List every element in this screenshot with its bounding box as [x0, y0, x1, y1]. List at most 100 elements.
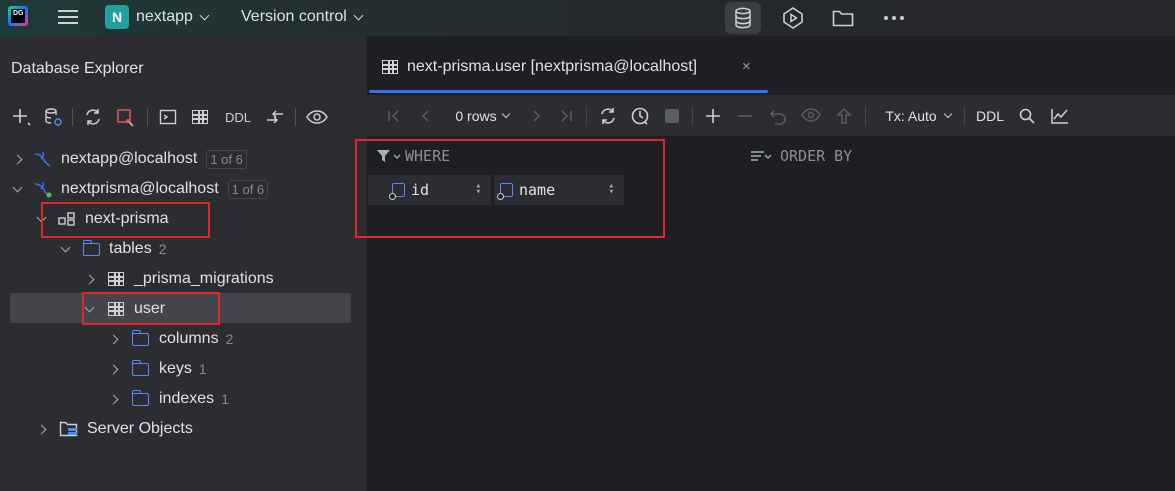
chevron-right-icon — [12, 154, 23, 164]
tree-label: Server Objects — [87, 420, 193, 437]
disconnect-button[interactable] — [114, 106, 136, 128]
item-count: 1 — [221, 391, 229, 407]
close-icon[interactable]: × — [742, 58, 751, 75]
active-tab-indicator — [369, 90, 768, 93]
mysql-connected-icon — [34, 181, 52, 198]
highlight-box — [355, 139, 665, 238]
item-count: 2 — [225, 331, 234, 347]
highlight-box — [41, 202, 210, 238]
refresh-button[interactable] — [82, 106, 104, 128]
stop-button[interactable] — [663, 105, 681, 127]
chevron-right-icon — [108, 364, 119, 374]
chevron-right-icon — [108, 334, 119, 344]
delete-row-button[interactable] — [735, 105, 755, 127]
add-button[interactable] — [10, 106, 32, 128]
query-history-button[interactable] — [629, 105, 651, 127]
project-files-button[interactable] — [825, 0, 861, 36]
preview-icon — [801, 108, 821, 122]
tree-node-indexes[interactable]: indexes 1 — [108, 384, 229, 414]
project-selector[interactable]: nextapp — [136, 8, 210, 26]
tree-label: nextprisma@localhost — [61, 180, 219, 197]
sort-icon — [751, 151, 772, 161]
folder-icon — [832, 10, 854, 27]
tree-node-prisma-migrations[interactable]: _prisma_migrations — [84, 264, 274, 294]
folder-icon — [131, 389, 149, 406]
version-control-label: Version control — [241, 8, 347, 25]
clock-icon — [631, 107, 649, 125]
tree-node-nextprisma-localhost[interactable]: nextprisma@localhost 1 of 6 — [12, 174, 269, 204]
minus-icon — [738, 115, 752, 117]
run-button[interactable] — [775, 0, 811, 36]
preview-changes-button[interactable] — [800, 105, 822, 127]
ddl-button[interactable]: DDL — [974, 105, 1006, 127]
explorer-toolbar: DDL — [0, 102, 367, 132]
first-page-button[interactable] — [385, 105, 403, 127]
order-by-label: ORDER BY — [780, 147, 853, 165]
table-icon — [192, 110, 208, 124]
folder-icon — [131, 359, 149, 376]
tree-label: _prisma_migrations — [134, 270, 274, 287]
add-row-button[interactable] — [703, 105, 723, 127]
tree-node-nextapp-localhost[interactable]: nextapp@localhost 1 of 6 — [12, 144, 247, 174]
chevron-right-icon — [84, 274, 95, 284]
chevron-right-icon — [36, 424, 47, 434]
more-icon — [884, 16, 904, 20]
run-icon — [783, 7, 803, 29]
plus-icon — [706, 109, 720, 123]
version-control-menu[interactable]: Version control — [241, 8, 364, 26]
chevron-down-icon — [353, 10, 364, 20]
schema-count-badge[interactable]: 1 of 6 — [206, 149, 247, 169]
tab-next-prisma-user[interactable]: next-prisma.user [nextprisma@localhost] — [382, 58, 697, 76]
console-icon — [159, 109, 177, 125]
tree-node-keys[interactable]: keys 1 — [108, 354, 207, 384]
arrow-up-icon — [836, 107, 852, 124]
project-badge[interactable]: N — [105, 5, 129, 29]
transaction-mode-selector[interactable]: Tx: Auto — [877, 105, 959, 127]
datagrip-logo[interactable]: DG — [8, 6, 28, 26]
open-table-button[interactable] — [189, 106, 211, 128]
refresh-icon — [601, 108, 615, 124]
next-page-button[interactable] — [527, 105, 545, 127]
folder-icon — [82, 239, 100, 256]
tree-label: tables — [109, 240, 152, 257]
tree-label: nextapp@localhost — [61, 150, 198, 167]
highlight-box — [82, 292, 220, 325]
jump-button[interactable] — [264, 106, 286, 128]
tree-label: columns — [159, 330, 219, 347]
submit-button[interactable] — [834, 105, 854, 127]
last-page-button[interactable] — [557, 105, 575, 127]
database-tool-button[interactable] — [725, 2, 761, 34]
jump-to-icon — [267, 110, 283, 124]
order-by-filter[interactable]: ORDER BY — [750, 147, 852, 165]
stop-icon — [665, 109, 679, 123]
chart-button[interactable] — [1049, 105, 1071, 127]
server-objects-icon — [59, 421, 78, 437]
database-settings-icon — [45, 108, 62, 126]
tree-node-server-objects[interactable]: Server Objects — [36, 414, 193, 444]
last-page-icon — [561, 110, 572, 122]
table-icon — [382, 60, 398, 74]
panel-title: Database Explorer — [11, 60, 144, 77]
tree-label: keys — [159, 360, 192, 377]
page-size-selector[interactable]: 0 rows — [447, 105, 517, 127]
query-console-button[interactable] — [157, 106, 179, 128]
tree-node-columns[interactable]: columns 2 — [108, 324, 234, 354]
reload-button[interactable] — [597, 105, 619, 127]
search-button[interactable] — [1017, 105, 1037, 127]
chevron-down-icon — [501, 109, 510, 119]
tree-node-tables[interactable]: tables 2 — [60, 234, 167, 264]
item-count: 1 — [198, 361, 207, 377]
chevron-down-icon — [943, 109, 952, 119]
view-options-button[interactable] — [305, 106, 329, 128]
previous-page-button[interactable] — [417, 105, 435, 127]
revert-button[interactable] — [768, 105, 788, 127]
project-name: nextapp — [136, 8, 193, 25]
data-source-properties-button[interactable] — [42, 106, 64, 128]
ddl-button[interactable]: DDL — [222, 106, 254, 128]
schema-count-badge[interactable]: 1 of 6 — [227, 179, 269, 199]
first-page-icon — [388, 110, 399, 122]
more-actions-button[interactable] — [876, 0, 912, 36]
database-explorer-panel: Database Explorer DDL nextapp@localhost … — [0, 36, 367, 491]
chevron-down-icon — [60, 242, 71, 252]
main-menu-button[interactable] — [58, 7, 78, 27]
